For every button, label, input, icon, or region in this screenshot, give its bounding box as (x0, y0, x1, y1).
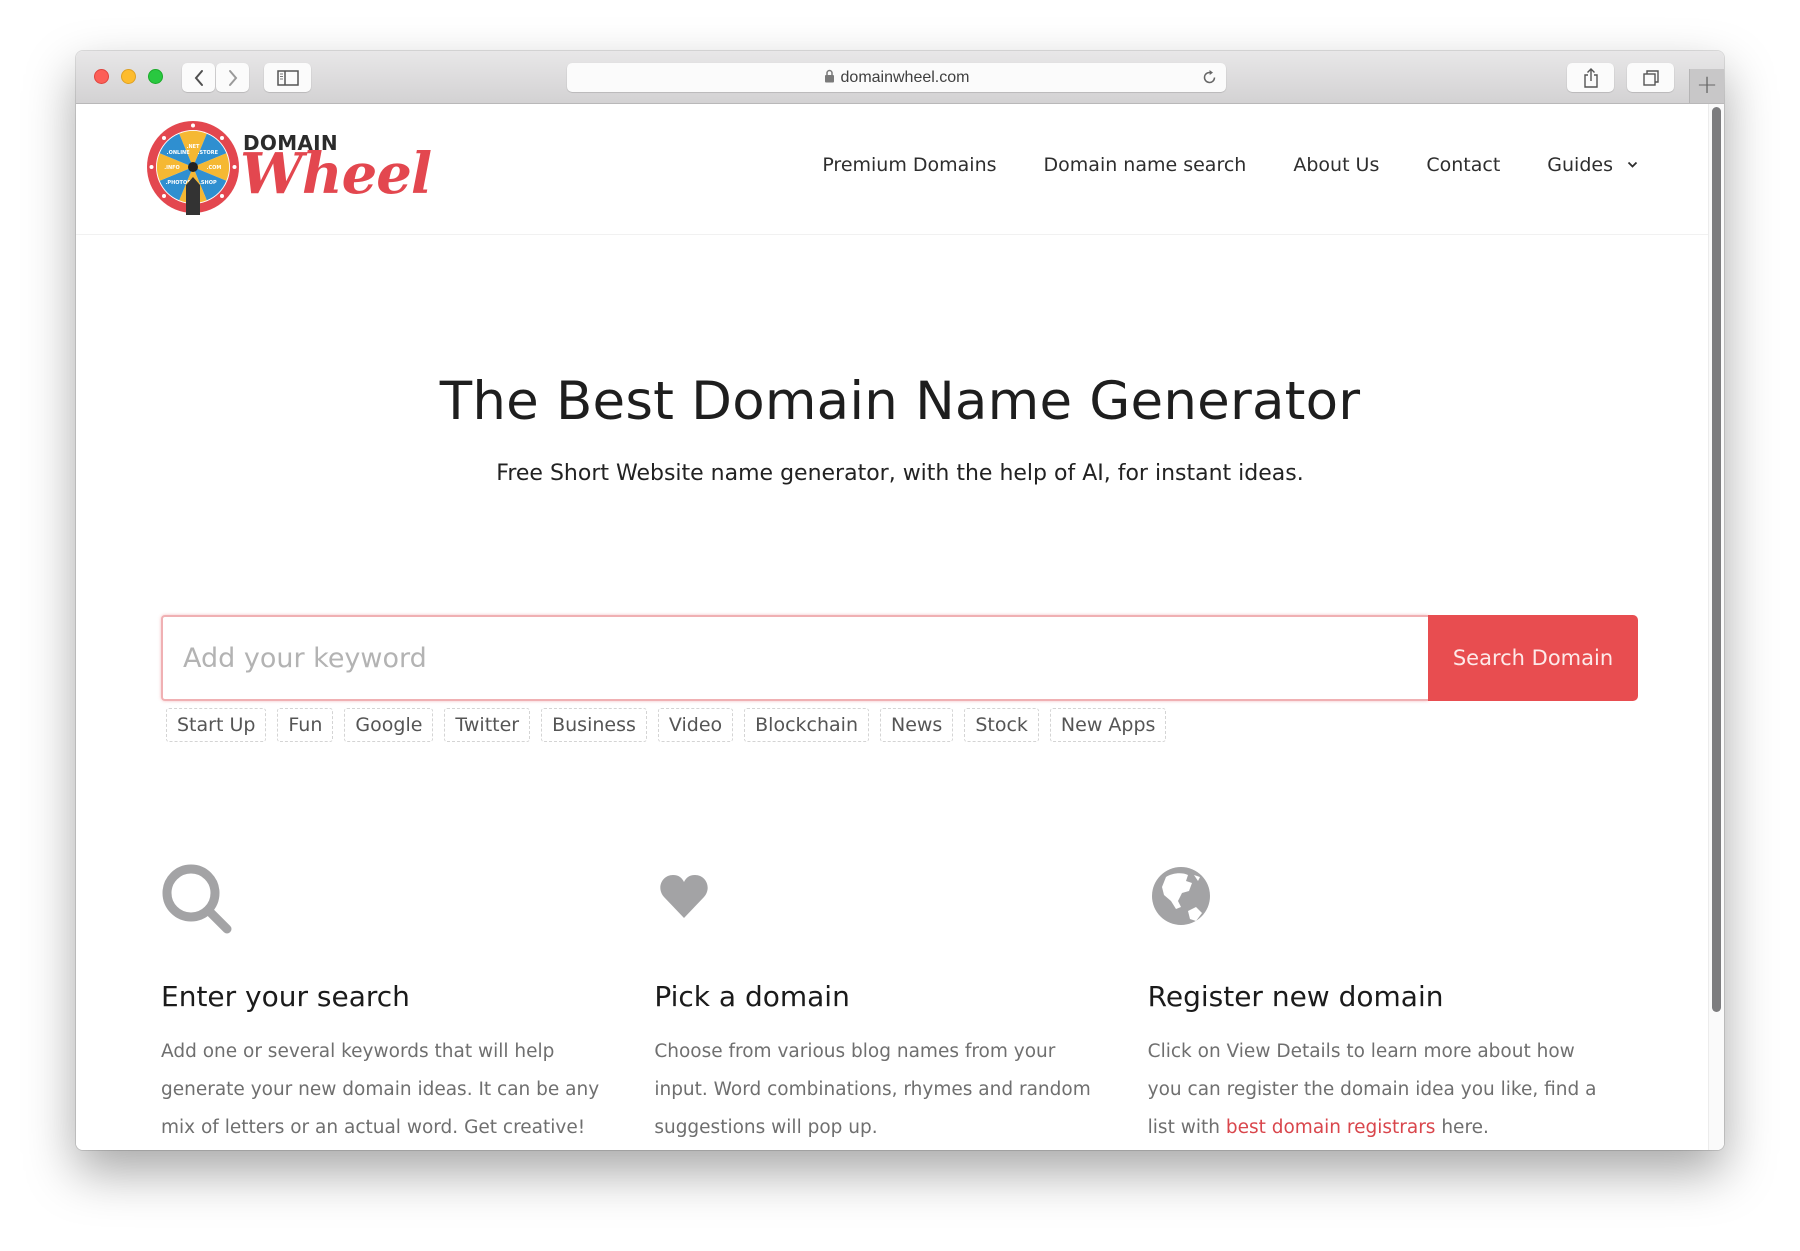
feature-enter-search: Enter your search Add one or several key… (161, 863, 654, 1147)
logo-wheel-text: Wheel (240, 141, 432, 207)
feature-text-part: here. (1435, 1117, 1489, 1138)
tag-stock[interactable]: Stock (964, 708, 1039, 742)
nav-label: Guides (1547, 154, 1613, 176)
chevron-right-icon (228, 69, 237, 86)
feature-text: Add one or several keywords that will he… (161, 1041, 600, 1138)
wheel-label: .SHOP (199, 180, 217, 186)
plus-icon: + (1696, 70, 1718, 100)
close-window-icon[interactable] (94, 69, 109, 84)
feature-title: Register new domain (1147, 980, 1444, 1013)
sidebar-icon (276, 69, 299, 86)
keyword-input[interactable] (161, 615, 1428, 701)
tag-google[interactable]: Google (344, 708, 434, 742)
back-button[interactable] (182, 63, 215, 92)
search-domain-button[interactable]: Search Domain (1428, 615, 1638, 701)
domain-search-form: Search Domain (161, 615, 1638, 701)
feature-text: Choose from various blog names from your… (654, 1041, 1091, 1138)
sidebar-button[interactable] (264, 63, 311, 92)
browser-window: domainwheel.com + .NET.STORE.COM.SHOP.IO… (76, 51, 1724, 1150)
page-title: The Best Domain Name Generator (439, 371, 1361, 432)
tag-fun[interactable]: Fun (277, 708, 334, 742)
tag-video[interactable]: Video (657, 708, 734, 742)
feature-title: Enter your search (161, 980, 410, 1013)
new-tab-button[interactable]: + (1689, 69, 1724, 103)
features-section: Enter your search Add one or several key… (161, 863, 1641, 1147)
minimize-window-icon[interactable] (121, 69, 136, 84)
nav-label: Domain name search (1043, 154, 1247, 176)
feature-register-domain: Register new domain Click on View Detail… (1148, 863, 1641, 1147)
address-bar[interactable]: domainwheel.com (567, 63, 1226, 92)
web-page: .NET.STORE.COM.SHOP.IO.PHOTOS.INFO.ONLIN… (76, 104, 1724, 1150)
tabs-overview-icon (1642, 69, 1659, 86)
nav-domain-name-search[interactable]: Domain name search (1044, 154, 1247, 176)
nav-contact[interactable]: Contact (1426, 154, 1500, 176)
forward-button[interactable] (216, 63, 249, 92)
tag-business[interactable]: Business (541, 708, 647, 742)
tag-twitter[interactable]: Twitter (444, 708, 531, 742)
scrollbar-thumb[interactable] (1712, 107, 1721, 1012)
search-icon (162, 864, 232, 934)
tag-new-apps[interactable]: New Apps (1049, 708, 1167, 742)
tag-start-up[interactable]: Start Up (166, 708, 267, 742)
tag-blockchain[interactable]: Blockchain (744, 708, 869, 742)
wheel-label: .STORE (198, 150, 219, 156)
share-icon (1583, 67, 1598, 88)
feature-text: Click on View Details to learn more abou… (1148, 1033, 1608, 1147)
wheel-label: .ONLINE (167, 150, 191, 156)
browser-toolbar: domainwheel.com + (76, 51, 1724, 104)
wheel-logo-icon: .NET.STORE.COM.SHOP.IO.PHOTOS.INFO.ONLIN… (147, 121, 239, 215)
nav-premium-domains[interactable]: Premium Domains (822, 154, 996, 176)
nav-label: Contact (1426, 154, 1501, 176)
keyword-tags: Start Up Fun Google Twitter Business Vid… (166, 708, 1167, 742)
chevron-down-icon (1627, 161, 1638, 168)
feature-pick-domain: Pick a domain Choose from various blog n… (654, 863, 1147, 1147)
share-button[interactable] (1567, 63, 1614, 92)
site-header: .NET.STORE.COM.SHOP.IO.PHOTOS.INFO.ONLIN… (76, 104, 1724, 235)
nav-about-us[interactable]: About Us (1293, 154, 1379, 176)
heart-icon (660, 875, 709, 918)
nav-label: About Us (1293, 154, 1380, 176)
site-logo[interactable]: .NET.STORE.COM.SHOP.IO.PHOTOS.INFO.ONLIN… (145, 119, 435, 219)
page-subtitle: Free Short Website name generator, with … (496, 461, 1304, 486)
best-domain-registrars-link[interactable]: best domain registrars (1226, 1117, 1436, 1138)
nav-guides[interactable]: Guides (1547, 154, 1638, 176)
globe-icon (1151, 867, 1210, 925)
main-nav: Premium Domains Domain name search About… (775, 154, 1638, 176)
url-text: domainwheel.com (840, 69, 970, 86)
chevron-left-icon (194, 69, 203, 86)
feature-title: Pick a domain (654, 980, 850, 1013)
reload-icon[interactable] (1201, 69, 1218, 86)
tag-news[interactable]: News (879, 708, 954, 742)
tabs-overview-button[interactable] (1627, 63, 1674, 92)
lock-icon (824, 69, 834, 83)
wheel-label: .INFO (164, 165, 180, 171)
nav-label: Premium Domains (822, 154, 997, 176)
wheel-label: .COM (207, 165, 222, 171)
wheel-label: .NET (187, 144, 200, 150)
zoom-window-icon[interactable] (148, 69, 163, 84)
